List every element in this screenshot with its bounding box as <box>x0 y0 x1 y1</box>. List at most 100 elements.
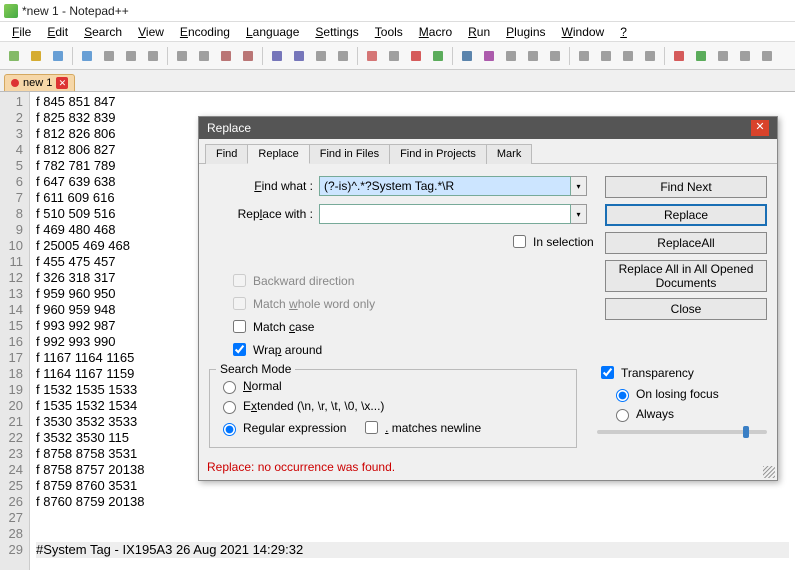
toolbar-button-16[interactable] <box>384 46 404 66</box>
matches-newline-checkbox[interactable] <box>365 421 378 434</box>
toolbar-button-8[interactable] <box>194 46 214 66</box>
menu-edit[interactable]: Edit <box>39 23 76 41</box>
mode-extended[interactable]: Extended (\n, \r, \t, \0, \x...) <box>218 398 568 414</box>
transparency-slider[interactable] <box>597 430 767 434</box>
toolbar-button-15[interactable] <box>362 46 382 66</box>
toolbar-button-24[interactable] <box>574 46 594 66</box>
menu-tools[interactable]: Tools <box>367 23 411 41</box>
close-button[interactable]: Close <box>605 298 767 320</box>
trans-always[interactable]: Always <box>611 406 767 422</box>
unsaved-dot-icon <box>11 79 19 87</box>
wrap-checkbox[interactable] <box>233 343 246 356</box>
dialog-close-icon[interactable]: ✕ <box>751 120 769 136</box>
trans-on-losing-focus[interactable]: On losing focus <box>611 386 767 402</box>
line-numbers: 1234567891011121314151617181920212223242… <box>0 92 30 570</box>
slider-thumb[interactable] <box>743 426 749 438</box>
menu-language[interactable]: Language <box>238 23 307 41</box>
mode-normal[interactable]: Normal <box>218 378 568 394</box>
toolbar-button-6[interactable] <box>143 46 163 66</box>
mode-extended-radio[interactable] <box>223 401 236 414</box>
toolbar-button-31[interactable] <box>735 46 755 66</box>
replace-all-opened-button[interactable]: Replace All in All Opened Documents <box>605 260 767 292</box>
replace-dropdown-icon[interactable]: ▾ <box>571 204 587 224</box>
menu-file[interactable]: File <box>4 23 39 41</box>
backward-checkbox <box>233 274 246 287</box>
toolbar-button-1[interactable] <box>26 46 46 66</box>
toolbar-button-26[interactable] <box>618 46 638 66</box>
toolbar-button-0[interactable] <box>4 46 24 66</box>
toolbar-button-3[interactable] <box>77 46 97 66</box>
toolbar-button-20[interactable] <box>479 46 499 66</box>
toolbar-button-10[interactable] <box>238 46 258 66</box>
toolbar-button-23[interactable] <box>545 46 565 66</box>
dlg-tab-find-in-projects[interactable]: Find in Projects <box>389 144 487 164</box>
toolbar-button-4[interactable] <box>99 46 119 66</box>
tab-close-icon[interactable]: ✕ <box>56 77 68 89</box>
toolbar-button-11[interactable] <box>267 46 287 66</box>
menu-window[interactable]: Window <box>554 23 613 41</box>
toolbar-button-30[interactable] <box>713 46 733 66</box>
toolbar-button-14[interactable] <box>333 46 353 66</box>
search-mode-legend: Search Mode <box>216 362 295 376</box>
mode-normal-radio[interactable] <box>223 381 236 394</box>
toolbar-button-13[interactable] <box>311 46 331 66</box>
transparency-group: Transparency On losing focus Always <box>597 363 767 448</box>
menu-bar: FileEditSearchViewEncodingLanguageSettin… <box>0 22 795 42</box>
mode-regex-radio[interactable] <box>223 423 236 436</box>
transparency-check[interactable]: Transparency <box>597 363 767 382</box>
find-what-combo[interactable]: ▾ <box>319 176 587 196</box>
toolbar-button-12[interactable] <box>289 46 309 66</box>
dialog-title-bar[interactable]: Replace ✕ <box>199 117 777 139</box>
find-dropdown-icon[interactable]: ▾ <box>571 176 587 196</box>
toolbar-button-18[interactable] <box>428 46 448 66</box>
document-tabs: new 1 ✕ <box>0 70 795 92</box>
toolbar-button-7[interactable] <box>172 46 192 66</box>
menu-search[interactable]: Search <box>76 23 130 41</box>
dlg-tab-mark[interactable]: Mark <box>486 144 532 164</box>
dialog-buttons: Find Next Replace Replace All Replace Al… <box>605 176 767 320</box>
toolbar-button-17[interactable] <box>406 46 426 66</box>
match-case-checkbox[interactable] <box>233 320 246 333</box>
trans-focus-radio[interactable] <box>616 389 629 402</box>
menu-macro[interactable]: Macro <box>411 23 460 41</box>
toolbar-button-32[interactable] <box>757 46 777 66</box>
menu-[interactable]: ? <box>612 23 635 41</box>
in-selection-checkbox[interactable] <box>513 235 526 248</box>
trans-always-radio[interactable] <box>616 409 629 422</box>
toolbar <box>0 42 795 70</box>
dlg-tab-find-in-files[interactable]: Find in Files <box>309 144 390 164</box>
toolbar-button-27[interactable] <box>640 46 660 66</box>
dlg-tab-find[interactable]: Find <box>205 144 248 164</box>
transparency-checkbox[interactable] <box>601 366 614 379</box>
replace-dialog: Replace ✕ FindReplaceFind in FilesFind i… <box>198 116 778 481</box>
menu-view[interactable]: View <box>130 23 172 41</box>
toolbar-button-19[interactable] <box>457 46 477 66</box>
find-what-input[interactable] <box>319 176 571 196</box>
toolbar-button-25[interactable] <box>596 46 616 66</box>
wrap-check[interactable]: Wrap around <box>229 340 767 359</box>
toolbar-button-28[interactable] <box>669 46 689 66</box>
dialog-body: Find what : ▾ Replace with : ▾ Find Next… <box>199 164 777 456</box>
replace-button[interactable]: Replace <box>605 204 767 226</box>
dlg-tab-replace[interactable]: Replace <box>247 144 309 164</box>
resize-grip-icon[interactable] <box>763 466 775 478</box>
replace-with-label: Replace with : <box>209 207 319 221</box>
replace-with-combo[interactable]: ▾ <box>319 204 587 224</box>
replace-with-input[interactable] <box>319 204 571 224</box>
menu-plugins[interactable]: Plugins <box>498 23 553 41</box>
menu-run[interactable]: Run <box>460 23 498 41</box>
tab-new-1[interactable]: new 1 ✕ <box>4 74 75 91</box>
toolbar-button-21[interactable] <box>501 46 521 66</box>
find-next-button[interactable]: Find Next <box>605 176 767 198</box>
dialog-tabs: FindReplaceFind in FilesFind in Projects… <box>199 139 777 164</box>
menu-settings[interactable]: Settings <box>307 23 366 41</box>
replace-all-button[interactable]: Replace All <box>605 232 767 254</box>
toolbar-button-2[interactable] <box>48 46 68 66</box>
menu-encoding[interactable]: Encoding <box>172 23 238 41</box>
toolbar-button-29[interactable] <box>691 46 711 66</box>
search-mode-group: Search Mode Normal Extended (\n, \r, \t,… <box>209 369 577 448</box>
mode-regex[interactable]: Regular expression . matches newline <box>218 418 568 437</box>
toolbar-button-22[interactable] <box>523 46 543 66</box>
toolbar-button-9[interactable] <box>216 46 236 66</box>
toolbar-button-5[interactable] <box>121 46 141 66</box>
